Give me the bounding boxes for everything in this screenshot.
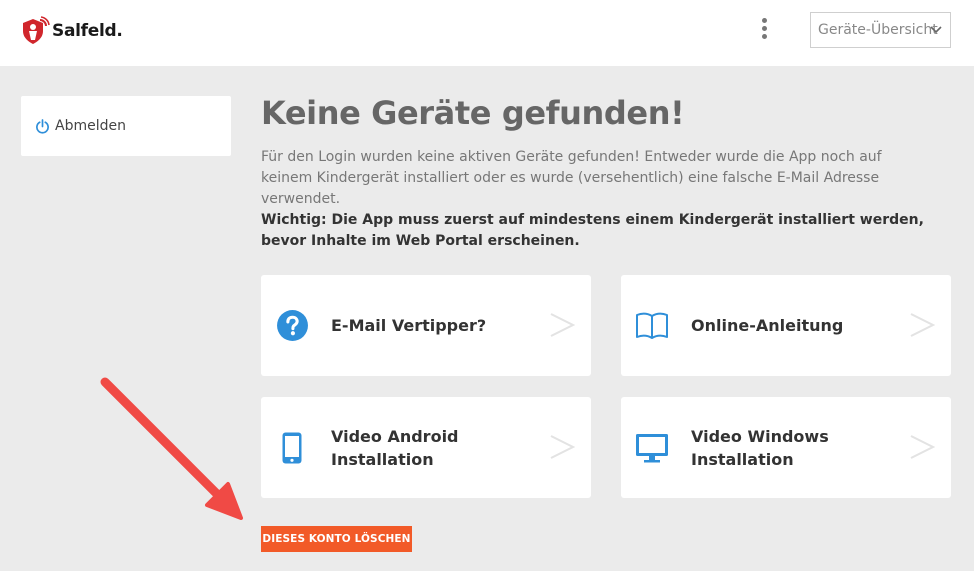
device-overview-select[interactable]: Geräte-Übersicht (810, 12, 951, 48)
chevron-right-icon (910, 435, 935, 459)
email-typo-card[interactable]: E-Mail Vertipper? (261, 275, 591, 376)
card-label: Video Android Installation (331, 426, 459, 469)
card-label: Online-Anleitung (691, 316, 844, 335)
windows-video-card[interactable]: Video Windows Installation (621, 397, 951, 498)
logout-label: Abmelden (55, 118, 126, 134)
android-video-card[interactable]: Video Android Installation (261, 397, 591, 498)
kebab-dot (761, 17, 767, 23)
no-devices-description: Für den Login wurden keine aktiven Gerät… (261, 149, 882, 207)
online-guide-card[interactable]: Online-Anleitung (621, 275, 951, 376)
delete-account-button[interactable]: DIESES KONTO LÖSCHEN (261, 526, 412, 552)
book-icon (635, 275, 669, 376)
shield-logo-icon (23, 16, 50, 44)
chevron-right-icon (910, 313, 935, 337)
smartphone-icon (275, 397, 309, 498)
top-bar: Salfeld. Geräte-Übersicht (0, 0, 974, 66)
salfeld-logo[interactable]: Salfeld. (20, 15, 123, 47)
important-note: Wichtig: Die App muss zuerst auf mindest… (261, 212, 924, 249)
more-options-icon[interactable] (752, 16, 776, 40)
chevron-right-icon (550, 313, 575, 337)
annotation-arrow-icon (100, 377, 243, 520)
logout-button[interactable]: Abmelden (21, 96, 231, 156)
question-circle-icon (275, 275, 309, 376)
device-select-value: Geräte-Übersicht (818, 22, 938, 38)
card-label: E-Mail Vertipper? (331, 316, 487, 335)
page-title: Keine Geräte gefunden! (261, 94, 685, 132)
chevron-right-icon (550, 435, 575, 459)
monitor-icon (635, 397, 669, 498)
kebab-dot (761, 33, 767, 39)
logo-text: Salfeld. (52, 21, 123, 41)
chevron-down-icon (930, 26, 942, 34)
kebab-dot (761, 25, 767, 31)
power-icon (35, 118, 50, 134)
card-label: Video Windows Installation (691, 426, 829, 469)
